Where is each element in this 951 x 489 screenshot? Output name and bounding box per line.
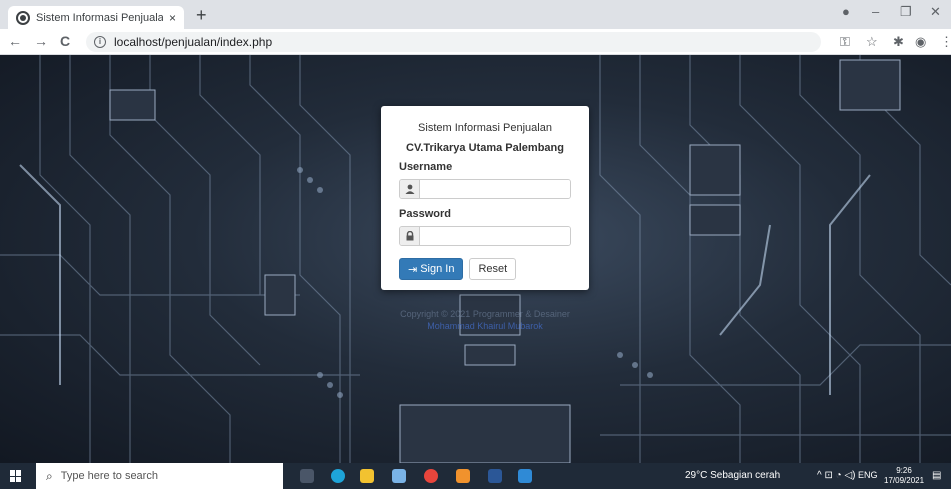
language-indicator[interactable]: ENG xyxy=(858,470,878,480)
notification-icon[interactable]: ▤ xyxy=(932,470,941,481)
forward-button[interactable]: → xyxy=(34,33,48,49)
username-input[interactable] xyxy=(420,180,570,198)
bookmark-star-icon[interactable]: ☆ xyxy=(866,34,878,50)
restore-button[interactable]: ❐ xyxy=(900,4,912,20)
tray-icons[interactable]: ^ ⊡ ◔ ◁) xyxy=(817,470,855,481)
username-group xyxy=(399,179,571,199)
reload-button[interactable]: C xyxy=(60,33,70,49)
login-heading: Sistem Informasi Penjualan xyxy=(418,122,552,134)
taskbar-clock[interactable]: 9:26 17/09/2021 xyxy=(884,466,924,486)
password-group xyxy=(399,226,571,246)
extensions-icon[interactable]: ✱ xyxy=(893,34,904,50)
sign-in-button[interactable]: ⇥ Sign In xyxy=(399,258,464,280)
new-tab-button[interactable]: + xyxy=(196,5,207,26)
weather-text[interactable]: 29°C Sebagian cerah xyxy=(685,470,780,481)
copyright-text: Copyright © 2021 Programmer & Desainer xyxy=(400,309,570,319)
password-input[interactable] xyxy=(420,227,570,245)
browser-toolbar: ← → C i localhost/penjualan/index.php ⚿ … xyxy=(0,29,951,55)
profile-avatar-icon[interactable]: ◉ xyxy=(915,34,926,50)
search-icon: ⌕ xyxy=(46,468,53,483)
login-panel: Sistem Informasi Penjualan CV.Trikarya U… xyxy=(381,106,589,290)
file-explorer-icon[interactable] xyxy=(360,469,374,483)
username-label: Username xyxy=(399,161,453,173)
windows-taskbar: ⌕ Type here to search 29°C Sebagian cera… xyxy=(0,463,951,489)
login-actions: ⇥ Sign In Reset xyxy=(399,258,571,280)
tab-title: Sistem Informasi Penjualan CV.Tr xyxy=(36,11,163,24)
taskbar-search-box[interactable]: ⌕ Type here to search xyxy=(36,463,283,489)
vscode-icon[interactable] xyxy=(518,469,532,483)
author-text: Mohammad Khairul Mubarok xyxy=(427,321,543,331)
menu-icon[interactable]: ⋮ xyxy=(940,34,951,50)
key-icon[interactable]: ⚿ xyxy=(840,34,850,50)
profile-icon[interactable]: ● xyxy=(842,4,850,19)
back-button[interactable]: ← xyxy=(8,33,22,49)
site-info-icon[interactable]: i xyxy=(94,36,106,48)
password-label: Password xyxy=(399,208,451,220)
search-placeholder: Type here to search xyxy=(60,470,158,482)
sign-in-label: Sign In xyxy=(420,263,455,275)
chrome-favicon-icon xyxy=(16,10,30,25)
company-name: CV.Trikarya Utama Palembang xyxy=(406,142,564,154)
user-icon xyxy=(400,180,420,198)
clock-date: 17/09/2021 xyxy=(884,476,925,485)
clock-time: 9:26 xyxy=(896,466,912,475)
url-text: localhost/penjualan/index.php xyxy=(114,35,273,49)
task-view-icon[interactable] xyxy=(300,469,314,483)
reset-button[interactable]: Reset xyxy=(469,258,517,280)
close-window-button[interactable]: ✕ xyxy=(930,4,941,20)
mail-icon[interactable] xyxy=(392,469,406,483)
chrome-icon[interactable] xyxy=(424,469,438,483)
lock-icon xyxy=(400,227,420,245)
tab-close-icon[interactable]: × xyxy=(169,11,176,25)
sign-in-icon: ⇥ xyxy=(408,263,418,276)
word-icon[interactable] xyxy=(488,469,502,483)
edge-icon[interactable] xyxy=(331,469,345,483)
browser-tabbar: Sistem Informasi Penjualan CV.Tr × + ● –… xyxy=(0,0,951,29)
windows-start-icon[interactable] xyxy=(10,470,22,482)
browser-tab[interactable]: Sistem Informasi Penjualan CV.Tr × xyxy=(8,6,184,29)
xampp-icon[interactable] xyxy=(456,469,470,483)
minimize-button[interactable]: – xyxy=(872,4,879,19)
address-bar[interactable]: i localhost/penjualan/index.php xyxy=(86,32,821,52)
